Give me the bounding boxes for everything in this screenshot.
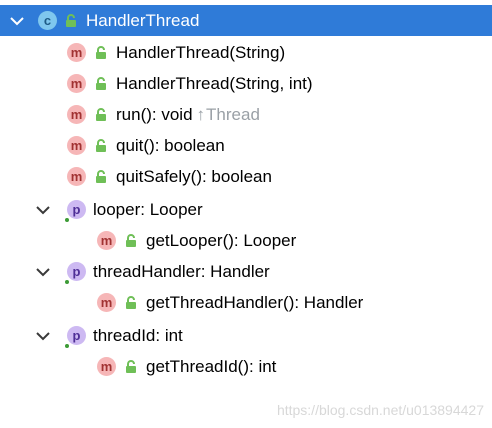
public-marker-icon <box>65 280 69 284</box>
lock-icon <box>94 46 108 60</box>
lock-icon <box>94 77 108 91</box>
method-label: quitSafely(): boolean <box>116 166 272 186</box>
tree-row-property[interactable]: p threadHandler: Handler <box>0 256 492 287</box>
public-marker-icon <box>65 218 69 222</box>
method-icon: m <box>97 231 116 250</box>
property-label: threadId: int <box>93 325 183 345</box>
method-icon: m <box>97 293 116 312</box>
tree-row-method[interactable]: m quitSafely(): boolean <box>0 161 492 192</box>
class-icon: c <box>38 11 57 30</box>
class-name-label: HandlerThread <box>86 10 200 30</box>
method-label: HandlerThread(String) <box>116 42 286 62</box>
method-signature: run(): void <box>116 104 193 124</box>
method-label: getLooper(): Looper <box>146 230 297 250</box>
property-label: looper: Looper <box>93 199 203 219</box>
tree-row-class-handlerthread[interactable]: c HandlerThread <box>0 5 492 36</box>
watermark: https://blog.csdn.net/u013894427 <box>276 402 484 418</box>
inherited-from-label: ↑Thread <box>197 105 260 124</box>
tree-row-property[interactable]: p looper: Looper <box>0 194 492 225</box>
lock-icon <box>124 296 138 310</box>
tree-row-method[interactable]: m getThreadHandler(): Handler <box>0 287 492 318</box>
property-label: threadHandler: Handler <box>93 261 270 281</box>
chevron-down-icon[interactable] <box>8 15 26 27</box>
tree-row-method[interactable]: m HandlerThread(String) <box>0 37 492 68</box>
method-label: quit(): boolean <box>116 135 225 155</box>
chevron-down-icon[interactable] <box>34 204 52 216</box>
lock-icon <box>124 360 138 374</box>
public-marker-icon <box>65 344 69 348</box>
chevron-down-icon[interactable] <box>34 330 52 342</box>
property-icon: p <box>65 326 86 348</box>
method-label: HandlerThread(String, int) <box>116 73 313 93</box>
method-label: getThreadHandler(): Handler <box>146 292 364 312</box>
chevron-down-icon[interactable] <box>34 266 52 278</box>
inherited-class-name: Thread <box>206 104 260 124</box>
property-icon: p <box>65 200 86 222</box>
tree-row-method[interactable]: m run(): void ↑Thread <box>0 99 492 130</box>
method-icon: m <box>67 43 86 62</box>
lock-icon <box>94 108 108 122</box>
method-icon: m <box>67 74 86 93</box>
method-label: getThreadId(): int <box>146 356 277 376</box>
tree-row-method[interactable]: m getThreadId(): int <box>0 351 492 382</box>
method-icon: m <box>67 167 86 186</box>
tree-row-property[interactable]: p threadId: int <box>0 320 492 351</box>
tree-row-method[interactable]: m quit(): boolean <box>0 130 492 161</box>
method-icon: m <box>67 136 86 155</box>
up-arrow-icon: ↑ <box>196 104 206 124</box>
lock-icon <box>94 170 108 184</box>
lock-icon <box>64 14 78 28</box>
tree-row-method[interactable]: m getLooper(): Looper <box>0 225 492 256</box>
tree-row-method[interactable]: m HandlerThread(String, int) <box>0 68 492 99</box>
method-label: run(): void ↑Thread <box>116 105 260 125</box>
method-icon: m <box>97 357 116 376</box>
lock-icon <box>124 234 138 248</box>
lock-icon <box>94 139 108 153</box>
method-icon: m <box>67 105 86 124</box>
property-icon: p <box>65 262 86 284</box>
